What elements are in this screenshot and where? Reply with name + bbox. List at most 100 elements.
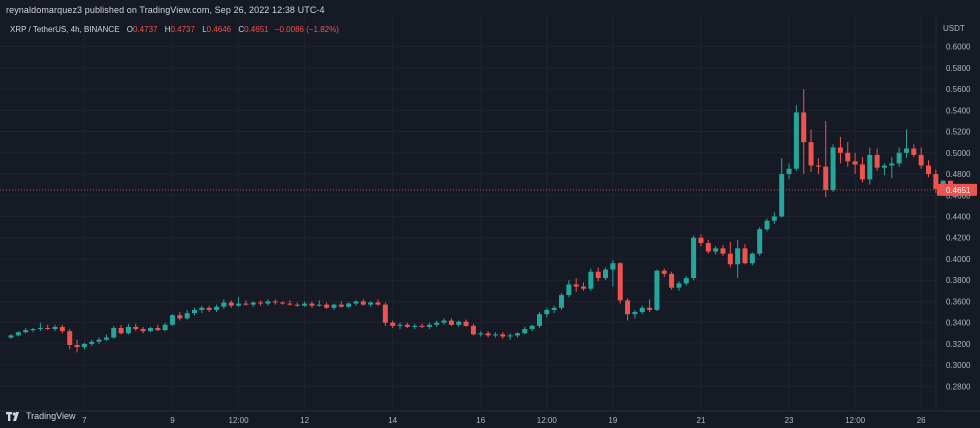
time-axis[interactable]: 7 9 12:00 12 14 16 12:00 19 21 23 12:00 26: [82, 416, 926, 425]
x-tick-label: 7: [82, 416, 87, 425]
candle: [793, 105, 799, 171]
y-tick-label: 0.4400: [946, 213, 971, 222]
candle: [801, 89, 807, 175]
x-tick-label: 14: [388, 416, 397, 425]
candle-body: [258, 302, 264, 304]
candle: [206, 305, 212, 313]
candle-body: [632, 312, 638, 315]
candle-body: [617, 263, 623, 301]
candle-body: [837, 147, 843, 153]
candle-body: [206, 307, 212, 310]
candle-body: [507, 335, 513, 337]
candle-body: [823, 166, 829, 190]
y-tick-label: 0.3200: [946, 340, 971, 349]
y-tick-label: 0.4800: [946, 170, 971, 179]
candle-body: [133, 326, 139, 330]
candle: [236, 297, 242, 307]
candle-body: [412, 325, 418, 327]
candle-body: [588, 271, 594, 289]
candle-body: [228, 302, 234, 306]
candle: [536, 312, 542, 328]
candle: [45, 324, 51, 331]
x-tick-label: 16: [476, 416, 485, 425]
candle: [390, 320, 396, 328]
candle: [324, 302, 330, 309]
candle: [331, 303, 337, 310]
candle-body: [771, 216, 777, 221]
candle-body: [463, 321, 469, 326]
candle: [397, 322, 403, 330]
tradingview-logo[interactable]: TradingView: [6, 411, 76, 421]
candle-body: [214, 306, 220, 310]
candle-body: [331, 304, 337, 308]
candle-body: [434, 322, 440, 325]
candle: [896, 147, 902, 167]
candle: [845, 142, 851, 167]
candle: [852, 152, 858, 175]
candle-body: [390, 322, 396, 326]
candle-body: [37, 327, 43, 330]
candle: [59, 324, 65, 334]
candle-body: [426, 324, 432, 327]
candle: [830, 144, 836, 193]
candle-body: [316, 304, 322, 306]
candle-body: [243, 303, 249, 305]
candle-body: [654, 270, 660, 310]
candle-body: [815, 165, 821, 167]
candle-body: [801, 112, 807, 143]
x-tick-label: 12: [300, 416, 309, 425]
candle-body: [705, 243, 711, 252]
candle: [412, 323, 418, 330]
candle-body: [500, 334, 506, 337]
candle: [837, 136, 843, 164]
candle-body: [566, 284, 572, 296]
price-axis[interactable]: USDT 0.2800 0.3000 0.3200 0.3400 0.3600 0.3800…: [937, 24, 977, 391]
candle-body: [661, 270, 667, 274]
candlestick-chart[interactable]: USDT 0.2800 0.3000 0.3200 0.3400 0.3600 0.3800…: [0, 0, 980, 428]
x-tick-label: 12:00: [229, 416, 250, 425]
candle-body: [639, 307, 645, 313]
candle-body: [52, 326, 58, 330]
candle-body: [911, 148, 917, 155]
candle: [309, 301, 315, 308]
candle: [632, 309, 638, 319]
candle: [382, 302, 388, 326]
candle: [478, 331, 484, 337]
last-price-label: 0.4651: [946, 186, 971, 195]
candle-body: [324, 304, 330, 308]
candle-body: [338, 304, 344, 307]
candle: [559, 292, 564, 310]
candle-body: [918, 154, 924, 166]
candle: [30, 327, 36, 333]
candle: [507, 333, 513, 340]
candle-body: [103, 337, 109, 340]
candle-body: [441, 320, 447, 323]
candle: [676, 281, 682, 291]
chart-panel[interactable]: USDT 0.2800 0.3000 0.3200 0.3400 0.3600 0.3800…: [0, 0, 980, 428]
tradingview-logo-icon: [6, 411, 19, 421]
candle-body: [302, 303, 308, 306]
candle: [89, 339, 95, 347]
candle-body: [808, 142, 814, 166]
candle: [903, 129, 909, 159]
candle-body: [155, 327, 161, 331]
symbol-label[interactable]: XRP / TetherUS, 4h, BINANCE: [10, 25, 120, 34]
candle: [434, 320, 440, 327]
y-tick-label: 0.6000: [946, 43, 971, 52]
candle: [720, 245, 726, 256]
y-tick-label: 0.3000: [946, 361, 971, 370]
candle-body: [470, 325, 476, 335]
candle-body: [140, 329, 146, 332]
y-tick-label: 0.5600: [946, 85, 971, 94]
candle-body: [867, 154, 873, 180]
candle-body: [610, 263, 616, 270]
candle-body: [698, 237, 704, 244]
candle-body: [581, 286, 587, 289]
x-tick-label: 19: [608, 416, 617, 425]
candle-body: [353, 301, 359, 304]
candle-body: [96, 339, 102, 342]
candle-body: [676, 283, 682, 288]
low-value: 0.4646: [206, 25, 232, 34]
y-tick-label: 0.2800: [946, 382, 971, 391]
candle-body: [250, 302, 256, 305]
